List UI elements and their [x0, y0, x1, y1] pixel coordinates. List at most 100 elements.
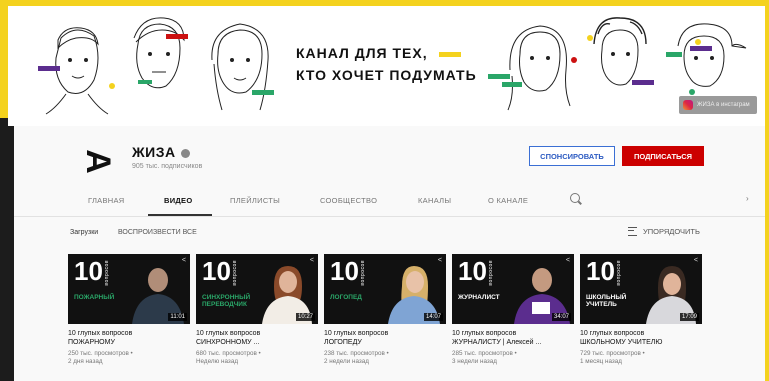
channel-avatar[interactable]: А	[78, 142, 117, 180]
thumb-number: 10	[74, 256, 103, 286]
thumb-role: ЖУРНАЛИСТ	[458, 294, 500, 301]
instagram-label: ЖИЗА в инстаграм	[697, 102, 750, 108]
tagline-line-1: КАНАЛ ДЛЯ ТЕХ,	[296, 45, 428, 61]
video-meta: 238 тыс. просмотров • 2 недели назад	[324, 350, 446, 366]
video-card[interactable]: 10 вопросов ШКОЛЬНЫЙ УЧИТЕЛЬ < 17:09 10 …	[580, 254, 702, 366]
uploads-label[interactable]: Загрузки	[70, 229, 98, 236]
banner-tagline: КАНАЛ ДЛЯ ТЕХ, КТО ХОЧЕТ ПОДУМАТЬ	[296, 42, 510, 86]
channel-name-text: ЖИЗА	[132, 144, 176, 160]
chevron-right-icon[interactable]: ›	[746, 194, 749, 203]
video-thumbnail[interactable]: 10 вопросов ШКОЛЬНЫЙ УЧИТЕЛЬ < 17:09	[580, 254, 702, 324]
video-age: Неделю назад	[196, 358, 238, 365]
channel-banner: КАНАЛ ДЛЯ ТЕХ, КТО ХОЧЕТ ПОДУМАТЬ ЖИЗА в…	[8, 6, 765, 126]
video-title[interactable]: 10 глупых вопросов ШКОЛЬНОМУ УЧИТЕЛЮ	[580, 330, 702, 347]
channel-logo-glyph: А	[78, 148, 117, 174]
thumb-role: ШКОЛЬНЫЙ УЧИТЕЛЬ	[586, 294, 627, 308]
subscriber-count: 905 тыс. подписчиков	[132, 163, 203, 170]
verified-icon	[180, 148, 190, 158]
video-duration: 14:07	[423, 313, 443, 321]
tab-about[interactable]: О КАНАЛЕ	[488, 196, 528, 205]
channel-name: ЖИЗА	[132, 144, 190, 160]
video-meta: 285 тыс. просмотров • 3 недели назад	[452, 350, 574, 366]
thumb-role: ЛОГОПЕД	[330, 294, 362, 301]
thumb-role: СИНХРОННЫЙ ПЕРЕВОДЧИК	[202, 294, 251, 308]
video-views: 729 тыс. просмотров •	[580, 350, 645, 357]
video-duration: 10:27	[295, 313, 315, 321]
sketch-face-2	[133, 17, 188, 89]
thumb-vertical-text: вопросов	[616, 260, 622, 286]
sketch-face-1	[38, 27, 115, 115]
tab-channels[interactable]: КАНАЛЫ	[418, 196, 451, 205]
sketch-face-6	[666, 23, 747, 95]
thumb-vertical-text: вопросов	[232, 260, 238, 286]
share-icon[interactable]: <	[438, 257, 442, 264]
thumb-number: 10	[202, 256, 231, 286]
video-meta: 680 тыс. просмотров • Неделю назад	[196, 350, 318, 366]
video-title-line-2: СИНХРОННОМУ ...	[196, 338, 260, 346]
video-title-line-2: ПОЖАРНОМУ	[68, 338, 115, 346]
sort-icon	[628, 227, 637, 236]
sketch-face-3	[211, 23, 274, 111]
video-title-line-1: 10 глупых вопросов	[196, 330, 261, 337]
tab-videos[interactable]: ВИДЕО	[164, 196, 193, 205]
video-duration: 34:07	[551, 313, 571, 321]
video-title-line-2: ЖУРНАЛИСТУ | Алексей ...	[452, 338, 542, 346]
video-duration: 11:01	[168, 313, 187, 321]
sketch-face-5	[587, 17, 654, 86]
video-grid: 10 вопросов ПОЖАРНЫЙ < 11:01 10 глупых в…	[68, 254, 765, 381]
instagram-link[interactable]: ЖИЗА в инстаграм	[679, 96, 757, 114]
video-age: 1 месяц назад	[580, 358, 622, 365]
sketch-face-4	[502, 25, 577, 111]
play-all-button[interactable]: ВОСПРОИЗВЕСТИ ВСЕ	[118, 229, 197, 236]
tab-community[interactable]: СООБЩЕСТВО	[320, 196, 377, 205]
thumb-vertical-text: вопросов	[488, 260, 494, 286]
left-edge	[0, 118, 14, 381]
video-card[interactable]: 10 вопросов ПОЖАРНЫЙ < 11:01 10 глупых в…	[68, 254, 190, 366]
thumb-number: 10	[330, 256, 359, 286]
video-thumbnail[interactable]: 10 вопросов ЛОГОПЕД < 14:07	[324, 254, 446, 324]
sponsor-button[interactable]: СПОНСИРОВАТЬ	[529, 146, 615, 166]
thumb-vertical-text: вопросов	[360, 260, 366, 286]
video-card[interactable]: 10 вопросов ЖУРНАЛИСТ < 34:07 10 глупых …	[452, 254, 574, 366]
video-title-line-2: ШКОЛЬНОМУ УЧИТЕЛЮ	[580, 338, 663, 346]
thumb-role: ПОЖАРНЫЙ	[74, 294, 115, 301]
video-views: 238 тыс. просмотров •	[324, 350, 389, 357]
video-meta: 250 тыс. просмотров • 2 дня назад	[68, 350, 190, 366]
tab-playlists[interactable]: ПЛЕЙЛИСТЫ	[230, 196, 280, 205]
share-icon[interactable]: <	[310, 257, 314, 264]
sort-button[interactable]: УПОРЯДОЧИТЬ	[628, 227, 700, 236]
video-views: 680 тыс. просмотров •	[196, 350, 261, 357]
video-card[interactable]: 10 вопросов ЛОГОПЕД < 14:07 10 глупых во…	[324, 254, 446, 366]
channel-tabs: ГЛАВНАЯ ВИДЕО ПЛЕЙЛИСТЫ СООБЩЕСТВО КАНАЛ…	[14, 186, 765, 217]
video-thumbnail[interactable]: 10 вопросов СИНХРОННЫЙ ПЕРЕВОДЧИК < 10:2…	[196, 254, 318, 324]
video-views: 250 тыс. просмотров •	[68, 350, 133, 357]
thumb-vertical-text: вопросов	[104, 260, 110, 286]
video-title[interactable]: 10 глупых вопросов СИНХРОННОМУ ...	[196, 330, 318, 347]
thumb-number: 10	[586, 256, 615, 286]
tab-home[interactable]: ГЛАВНАЯ	[88, 196, 125, 205]
video-title[interactable]: 10 глупых вопросов ПОЖАРНОМУ	[68, 330, 190, 347]
tagline-line-2: КТО ХОЧЕТ ПОДУМАТЬ	[296, 67, 477, 83]
video-title[interactable]: 10 глупых вопросов ЖУРНАЛИСТУ | Алексей .…	[452, 330, 574, 347]
video-title-line-1: 10 глупых вопросов	[452, 330, 517, 337]
video-thumbnail[interactable]: 10 вопросов ЖУРНАЛИСТ < 34:07	[452, 254, 574, 324]
share-icon[interactable]: <	[694, 257, 698, 264]
video-title-line-1: 10 глупых вопросов	[324, 330, 389, 337]
sort-label: УПОРЯДОЧИТЬ	[643, 227, 700, 236]
video-title-line-2: ЛОГОПЕДУ	[324, 338, 362, 346]
channel-page: А ЖИЗА 905 тыс. подписчиков СПОНСИРОВАТЬ…	[14, 126, 765, 381]
video-duration: 17:09	[679, 313, 699, 321]
video-views: 285 тыс. просмотров •	[452, 350, 517, 357]
active-tab-indicator	[148, 214, 212, 216]
video-title-line-1: 10 глупых вопросов	[580, 330, 645, 337]
video-thumbnail[interactable]: 10 вопросов ПОЖАРНЫЙ < 11:01	[68, 254, 190, 324]
video-title-line-1: 10 глупых вопросов	[68, 330, 133, 337]
video-card[interactable]: 10 вопросов СИНХРОННЫЙ ПЕРЕВОДЧИК < 10:2…	[196, 254, 318, 366]
search-icon[interactable]	[570, 193, 580, 203]
video-age: 2 дня назад	[68, 358, 103, 365]
video-title[interactable]: 10 глупых вопросов ЛОГОПЕДУ	[324, 330, 446, 347]
video-meta: 729 тыс. просмотров • 1 месяц назад	[580, 350, 702, 366]
share-icon[interactable]: <	[182, 257, 186, 264]
subscribe-button[interactable]: ПОДПИСАТЬСЯ	[622, 146, 704, 166]
share-icon[interactable]: <	[566, 257, 570, 264]
